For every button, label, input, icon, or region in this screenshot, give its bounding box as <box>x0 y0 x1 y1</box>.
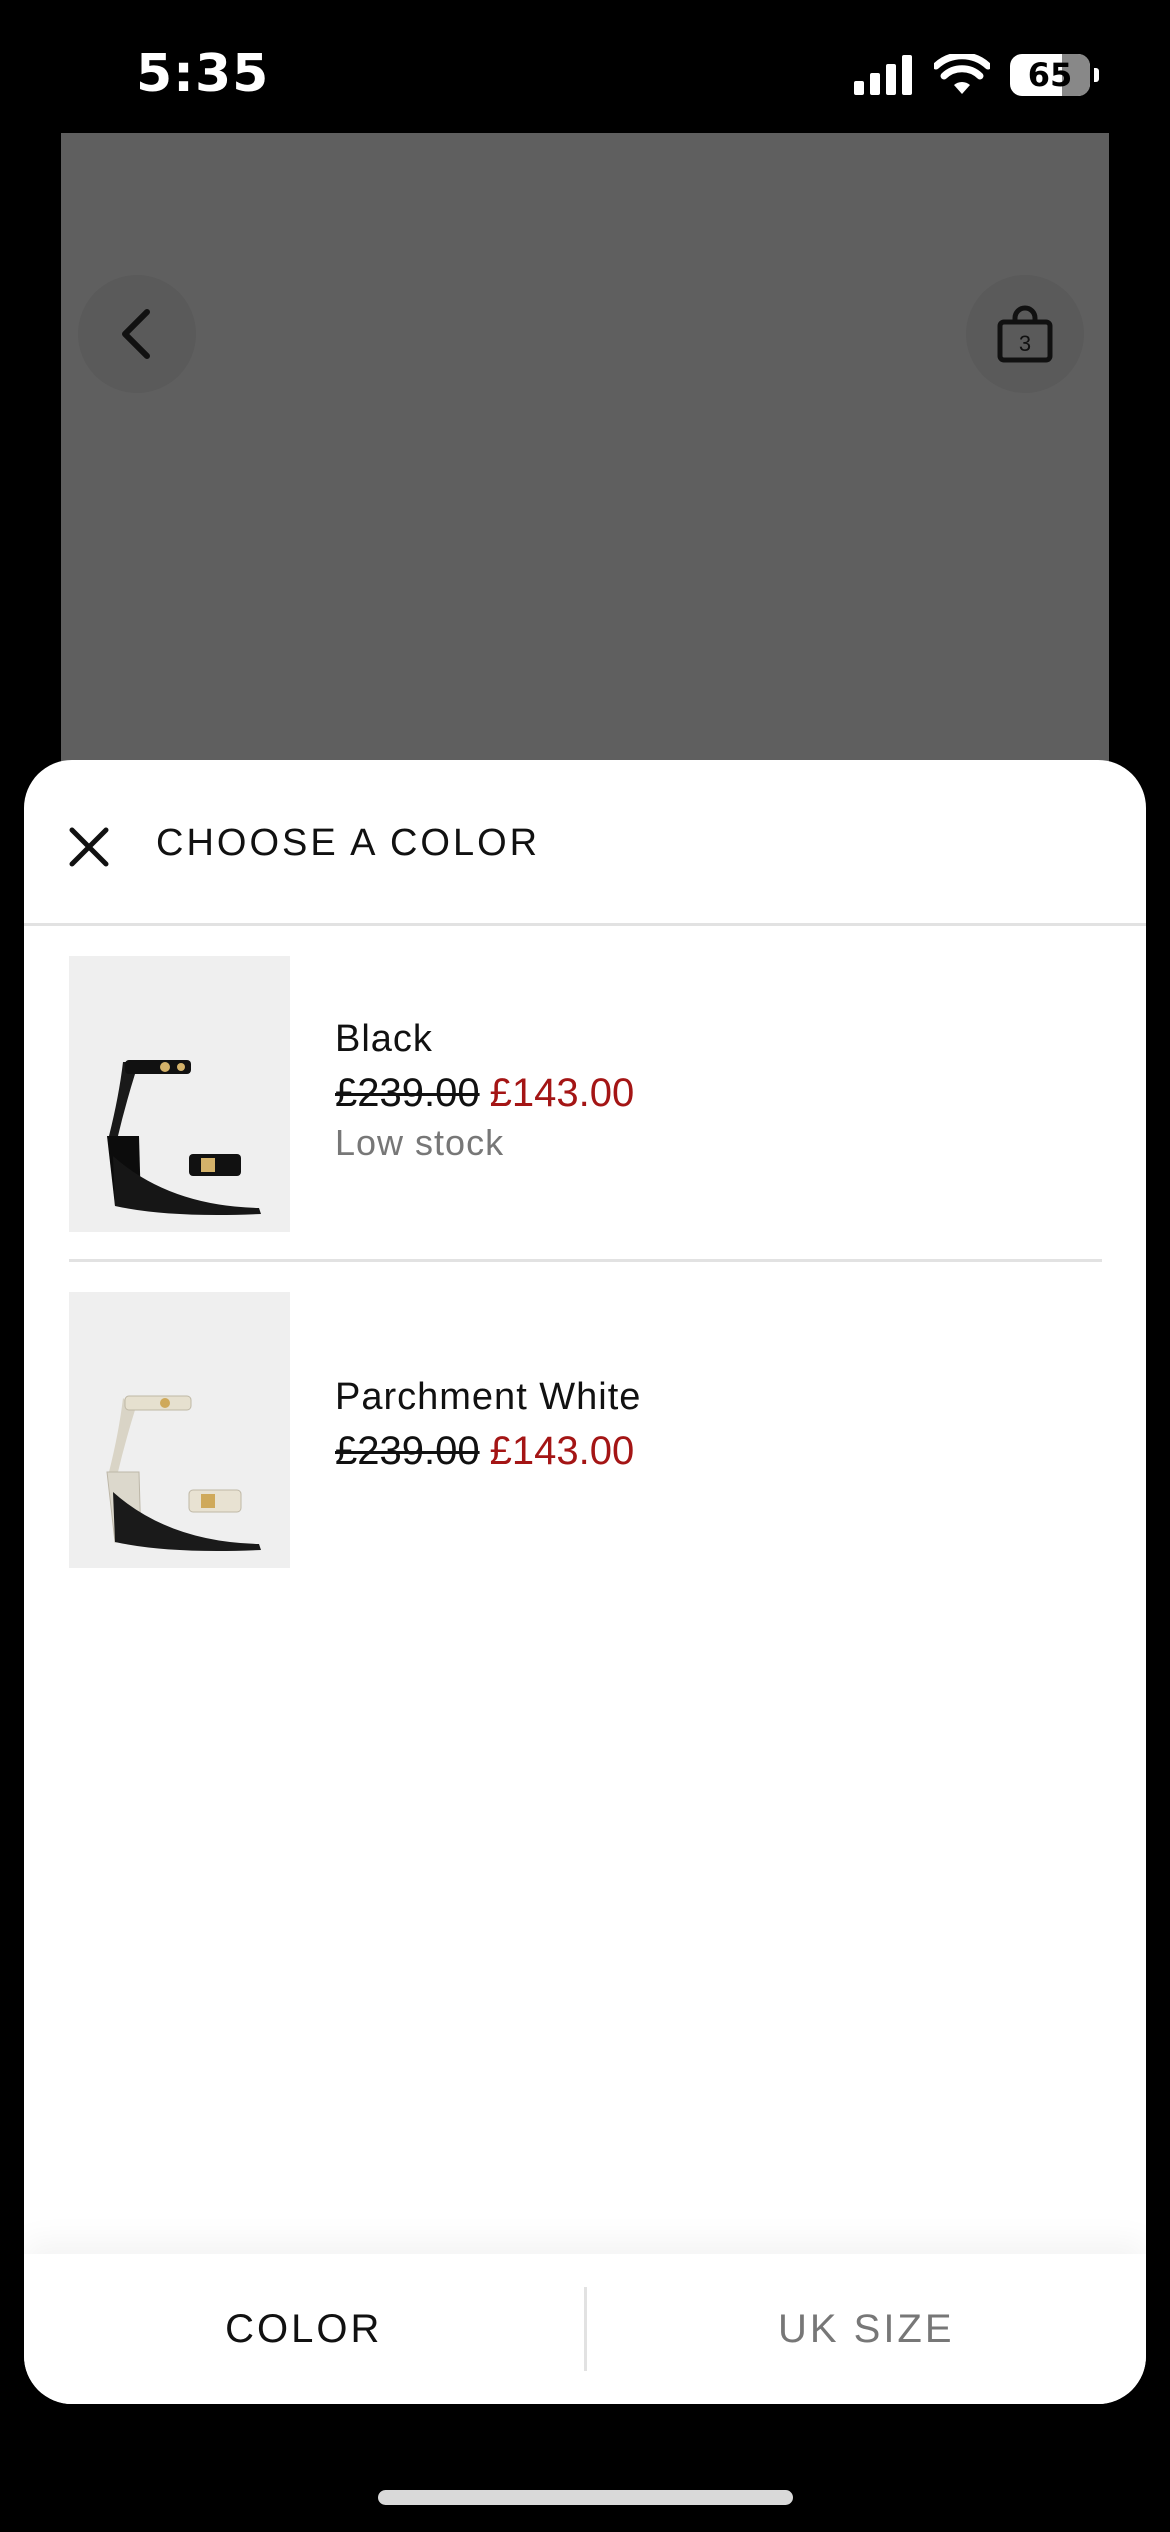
sandal-image-black <box>107 1060 261 1215</box>
bag-count: 3 <box>1019 331 1031 356</box>
status-icons: 65 <box>854 54 1099 96</box>
color-option-parchment-white[interactable]: Parchment White £239.00 £143.00 <box>69 1292 1102 1598</box>
wifi-icon <box>934 54 990 94</box>
price-row: £239.00 £143.00 <box>335 1071 634 1116</box>
product-thumbnail <box>69 1292 290 1568</box>
option-tab-bar: COLOR UK SIZE <box>24 2254 1146 2404</box>
color-picker-sheet: CHOOSE A COLOR Black £239.00 £143.00 Low… <box>24 760 1146 2404</box>
product-thumbnail <box>69 956 290 1232</box>
sheet-title: CHOOSE A COLOR <box>156 822 541 864</box>
sale-price: £143.00 <box>489 1429 635 1473</box>
sheet-header: CHOOSE A COLOR <box>24 760 1146 926</box>
battery-icon: 65 <box>1010 54 1099 96</box>
shopping-bag-icon: 3 <box>997 305 1053 363</box>
color-option-black[interactable]: Black £239.00 £143.00 Low stock <box>69 956 1102 1262</box>
tab-color[interactable]: COLOR <box>24 2254 584 2404</box>
tab-uk-size[interactable]: UK SIZE <box>587 2254 1147 2404</box>
stock-status: Low stock <box>335 1122 505 1163</box>
divider <box>69 1259 1102 1262</box>
status-time: 5:35 <box>136 44 270 104</box>
close-icon[interactable] <box>64 822 114 872</box>
chevron-left-icon <box>122 309 150 359</box>
original-price: £239.00 <box>335 1429 480 1473</box>
status-bar: 5:35 65 <box>0 0 1170 135</box>
bag-button[interactable]: 3 <box>966 275 1084 393</box>
color-option-text: Black £239.00 £143.00 Low stock <box>335 1018 634 1164</box>
color-list: Black £239.00 £143.00 Low stock Parchmen… <box>69 956 1102 1598</box>
home-indicator[interactable] <box>378 2490 793 2505</box>
sandal-image-white <box>106 1395 261 1551</box>
sale-price: £143.00 <box>489 1071 635 1115</box>
battery-level: 65 <box>1027 56 1073 94</box>
color-name: Parchment White <box>335 1376 642 1418</box>
original-price: £239.00 <box>335 1071 480 1115</box>
price-row: £239.00 £143.00 <box>335 1429 641 1474</box>
signal-icon <box>854 55 912 95</box>
color-name: Black <box>335 1018 433 1060</box>
color-option-text: Parchment White £239.00 £143.00 <box>335 1376 641 1474</box>
back-button[interactable] <box>78 275 196 393</box>
